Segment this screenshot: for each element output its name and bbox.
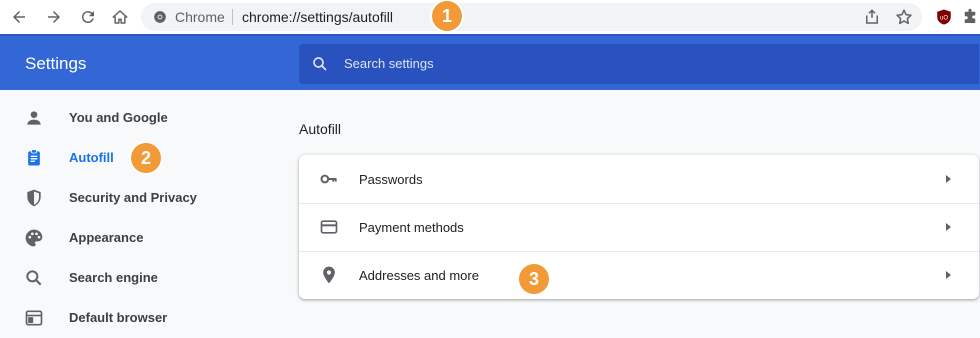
- browser-window-icon: [25, 310, 43, 326]
- sidebar-item-search-engine[interactable]: Search engine: [0, 258, 260, 298]
- svg-text:uO: uO: [940, 15, 948, 21]
- palette-icon: [25, 229, 43, 247]
- row-label: Payment methods: [359, 220, 464, 235]
- sidebar-item-label: Security and Privacy: [69, 190, 197, 205]
- shield-icon: [27, 189, 41, 207]
- row-label: Passwords: [359, 172, 423, 187]
- annotation-badge-1: 1: [432, 1, 462, 31]
- person-icon: [27, 111, 41, 125]
- reload-icon[interactable]: [77, 6, 99, 28]
- forward-arrow-icon[interactable]: [43, 6, 65, 28]
- chrome-logo-icon: [154, 11, 166, 23]
- sidebar-item-you-and-google[interactable]: You and Google: [0, 98, 260, 138]
- address-bar[interactable]: Chrome chrome://settings/autofill: [141, 3, 922, 31]
- search-icon: [26, 270, 42, 286]
- location-pin-icon: [323, 266, 335, 284]
- credit-card-icon: [320, 220, 338, 234]
- annotation-badge-2: 2: [131, 143, 161, 173]
- site-chip-label: Chrome: [175, 9, 225, 25]
- row-divider: [299, 251, 979, 252]
- home-icon[interactable]: [109, 6, 131, 28]
- address-separator: [232, 9, 233, 25]
- sidebar-item-label: Autofill: [69, 150, 114, 165]
- settings-sidebar: You and Google Autofill Security and Pri…: [0, 90, 260, 334]
- chevron-right-icon: [946, 271, 951, 279]
- sidebar-item-appearance[interactable]: Appearance: [0, 218, 260, 258]
- key-icon: [320, 174, 337, 184]
- extensions-puzzle-icon[interactable]: [961, 8, 979, 26]
- row-payment-methods[interactable]: Payment methods: [299, 203, 979, 251]
- row-addresses-and-more[interactable]: Addresses and more: [299, 251, 979, 299]
- share-icon[interactable]: [863, 8, 881, 26]
- sidebar-item-label: You and Google: [69, 110, 168, 125]
- clipboard-icon: [28, 149, 40, 166]
- sidebar-item-security-and-privacy[interactable]: Security and Privacy: [0, 178, 260, 218]
- sidebar-item-label: Default browser: [69, 310, 168, 325]
- section-title: Autofill: [299, 121, 342, 137]
- row-label: Addresses and more: [359, 268, 479, 283]
- url-text[interactable]: chrome://settings/autofill: [242, 9, 393, 25]
- autofill-card: Passwords Payment methods Addresses and …: [299, 155, 979, 299]
- back-arrow-icon[interactable]: [8, 6, 30, 28]
- row-divider: [299, 203, 979, 204]
- search-placeholder: Search settings: [344, 56, 434, 71]
- chevron-right-icon: [946, 175, 951, 183]
- ublock-extension-icon[interactable]: uO: [935, 8, 953, 26]
- row-passwords[interactable]: Passwords: [299, 155, 979, 203]
- search-settings-input[interactable]: Search settings: [299, 44, 979, 84]
- chevron-right-icon: [946, 223, 951, 231]
- browser-toolbar: Chrome chrome://settings/autofill uO 1: [0, 0, 980, 34]
- settings-header: Settings Search settings: [0, 34, 980, 90]
- sidebar-item-label: Appearance: [69, 230, 144, 245]
- sidebar-item-default-browser[interactable]: Default browser: [0, 298, 260, 338]
- annotation-badge-3: 3: [519, 264, 549, 294]
- bookmark-star-icon[interactable]: [895, 8, 913, 26]
- search-icon: [313, 57, 327, 71]
- sidebar-item-label: Search engine: [69, 270, 158, 285]
- page-title: Settings: [25, 54, 87, 73]
- sidebar-item-autofill[interactable]: Autofill: [0, 138, 260, 178]
